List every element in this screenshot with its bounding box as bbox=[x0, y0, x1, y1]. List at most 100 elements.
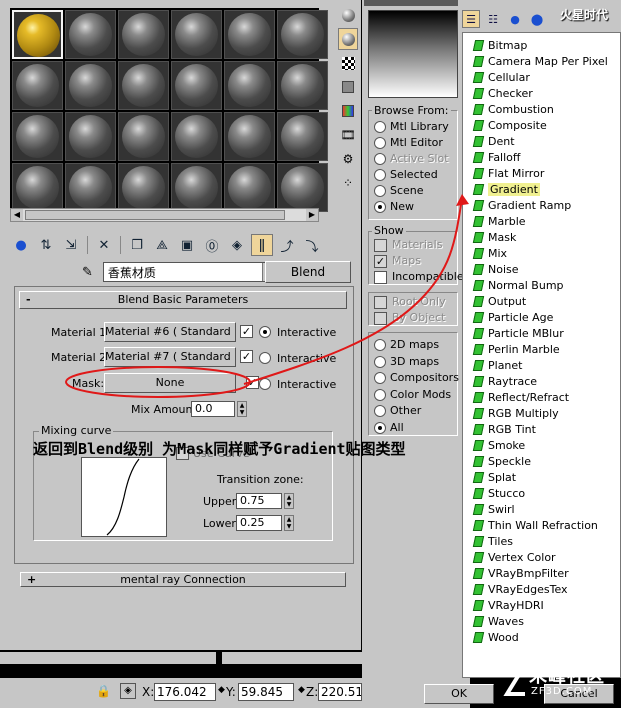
browse-from-radio[interactable] bbox=[374, 121, 386, 133]
put-material-button[interactable]: ⇅ bbox=[35, 234, 57, 256]
upper-spinner[interactable]: ▲ ▼ bbox=[284, 493, 294, 509]
show-end-result-button[interactable]: ǁ bbox=[251, 234, 273, 256]
z-coordinate-field[interactable]: 220.513 bbox=[318, 683, 362, 701]
by-object-checkbox[interactable] bbox=[374, 312, 387, 325]
map-list-item[interactable]: Checker bbox=[463, 85, 620, 101]
sample-slot-active[interactable] bbox=[12, 10, 63, 59]
sample-slot[interactable] bbox=[277, 163, 328, 212]
map-list-item[interactable]: Flat Mirror bbox=[463, 165, 620, 181]
go-to-parent-button[interactable]: ⤴ bbox=[276, 234, 298, 256]
sample-slot[interactable] bbox=[171, 61, 222, 110]
map-list-item[interactable]: Camera Map Per Pixel bbox=[463, 53, 620, 69]
map-list-item[interactable]: Falloff bbox=[463, 149, 620, 165]
browse-from-radio[interactable] bbox=[374, 169, 386, 181]
sample-type-sphere-button[interactable] bbox=[338, 4, 358, 26]
root-only-checkbox[interactable] bbox=[374, 296, 387, 309]
options-button[interactable]: ⚙ bbox=[338, 148, 358, 170]
scroll-right-arrow-icon[interactable]: ▶ bbox=[306, 209, 318, 221]
map-list-item[interactable]: RGB Multiply bbox=[463, 405, 620, 421]
map-list-item[interactable]: Gradient bbox=[463, 181, 620, 197]
show-checkbox[interactable] bbox=[374, 271, 387, 284]
material1-interactive-radio[interactable] bbox=[259, 326, 271, 338]
x-coordinate-field[interactable]: 176.042 bbox=[154, 683, 216, 701]
map-list-item[interactable]: Particle MBlur bbox=[463, 325, 620, 341]
sample-slot[interactable] bbox=[12, 61, 63, 110]
backlight-button[interactable] bbox=[338, 28, 358, 50]
mix-amount-spinner[interactable]: ▲ ▼ bbox=[237, 401, 247, 417]
map-list-item[interactable]: Composite bbox=[463, 117, 620, 133]
lower-spinner[interactable]: ▲ ▼ bbox=[284, 515, 294, 531]
view-small-icons-button[interactable]: ● bbox=[506, 10, 524, 28]
map-list-item[interactable]: VRayHDRI bbox=[463, 597, 620, 613]
sample-slot[interactable] bbox=[171, 10, 222, 59]
map-list-item[interactable]: Mix bbox=[463, 245, 620, 261]
lower-input[interactable]: 0.25 bbox=[236, 515, 282, 531]
sample-slot[interactable] bbox=[118, 112, 169, 161]
make-preview-button[interactable]: 🎞 bbox=[338, 124, 358, 146]
map-list-item[interactable]: Raytrace bbox=[463, 373, 620, 389]
slots-horizontal-scrollbar[interactable]: ◀ ▶ bbox=[10, 208, 319, 222]
select-by-material-button[interactable]: ⁘ bbox=[338, 172, 358, 194]
show-map-in-viewport-button[interactable]: ◈ bbox=[226, 234, 248, 256]
ok-button[interactable]: OK bbox=[424, 684, 494, 704]
material1-enable-checkbox[interactable]: ✓ bbox=[240, 325, 253, 338]
sample-slot[interactable] bbox=[118, 10, 169, 59]
material-id-channel-button[interactable]: ⓪ bbox=[201, 234, 223, 256]
sample-slot[interactable] bbox=[277, 61, 328, 110]
map-list-item[interactable]: Thin Wall Refraction bbox=[463, 517, 620, 533]
map-category-radio[interactable] bbox=[374, 388, 386, 401]
browse-from-radio[interactable] bbox=[374, 153, 386, 165]
map-list-item[interactable]: Marble bbox=[463, 213, 620, 229]
material-type-button[interactable]: Blend bbox=[265, 261, 351, 283]
map-list-item[interactable]: VRayEdgesTex bbox=[463, 581, 620, 597]
mask-interactive-radio[interactable] bbox=[259, 378, 271, 390]
absolute-mode-icon[interactable]: ◈ bbox=[120, 683, 136, 699]
map-category-radio[interactable] bbox=[374, 339, 386, 351]
map-list-item[interactable]: Tiles bbox=[463, 533, 620, 549]
map-category-radio[interactable] bbox=[374, 372, 386, 384]
map-category-radio[interactable] bbox=[374, 405, 386, 417]
upper-input[interactable]: 0.75 bbox=[236, 493, 282, 509]
browse-from-radio[interactable] bbox=[374, 185, 386, 197]
view-list-icons-button[interactable]: ☷ bbox=[484, 10, 502, 28]
sample-slot[interactable] bbox=[171, 112, 222, 161]
sample-slot[interactable] bbox=[224, 112, 275, 161]
mental-ray-connection-rollout[interactable]: + mental ray Connection bbox=[20, 572, 346, 587]
sample-slot[interactable] bbox=[118, 163, 169, 212]
map-list-item[interactable]: Perlin Marble bbox=[463, 341, 620, 357]
assign-material-button[interactable]: ⇲ bbox=[60, 234, 82, 256]
go-forward-sibling-button[interactable]: ⤵ bbox=[301, 234, 323, 256]
map-list-item[interactable]: Mask bbox=[463, 229, 620, 245]
scroll-left-arrow-icon[interactable]: ◀ bbox=[11, 209, 23, 221]
lock-icon[interactable]: 🔒 bbox=[96, 684, 111, 698]
scroll-thumb[interactable] bbox=[25, 210, 285, 220]
show-checkbox[interactable] bbox=[374, 239, 387, 252]
material-name-field[interactable]: 香蕉材质 ▼ bbox=[102, 262, 279, 282]
material2-enable-checkbox[interactable]: ✓ bbox=[240, 350, 253, 363]
sample-slot[interactable] bbox=[118, 61, 169, 110]
map-list-item[interactable]: Stucco bbox=[463, 485, 620, 501]
y-coordinate-field[interactable]: 59.845 bbox=[238, 683, 294, 701]
sample-slot[interactable] bbox=[12, 163, 63, 212]
map-list-item[interactable]: Splat bbox=[463, 469, 620, 485]
mask-button[interactable]: None bbox=[104, 373, 236, 393]
eyedropper-icon[interactable]: ✎ bbox=[82, 265, 93, 280]
sample-slot[interactable] bbox=[65, 112, 116, 161]
time-slider-track[interactable] bbox=[0, 652, 216, 664]
map-list-item[interactable]: Particle Age bbox=[463, 309, 620, 325]
map-list-item[interactable]: Combustion bbox=[463, 101, 620, 117]
browse-from-radio[interactable] bbox=[374, 137, 386, 149]
map-list-item[interactable]: VRayBmpFilter bbox=[463, 565, 620, 581]
reset-map-button[interactable]: ✕ bbox=[93, 234, 115, 256]
make-unique-button[interactable]: ⟁ bbox=[151, 234, 173, 256]
map-list-item[interactable]: Wood bbox=[463, 629, 620, 645]
map-list-item[interactable]: Bitmap bbox=[463, 37, 620, 53]
view-large-icons-button[interactable]: ⬤ bbox=[528, 10, 546, 28]
background-button[interactable] bbox=[338, 52, 358, 74]
map-list-item[interactable]: Cellular bbox=[463, 69, 620, 85]
sample-slot[interactable] bbox=[12, 112, 63, 161]
map-list-item[interactable]: Vertex Color bbox=[463, 549, 620, 565]
map-list-item[interactable]: Smoke bbox=[463, 437, 620, 453]
sample-slot[interactable] bbox=[171, 163, 222, 212]
browse-from-radio[interactable] bbox=[374, 201, 386, 213]
